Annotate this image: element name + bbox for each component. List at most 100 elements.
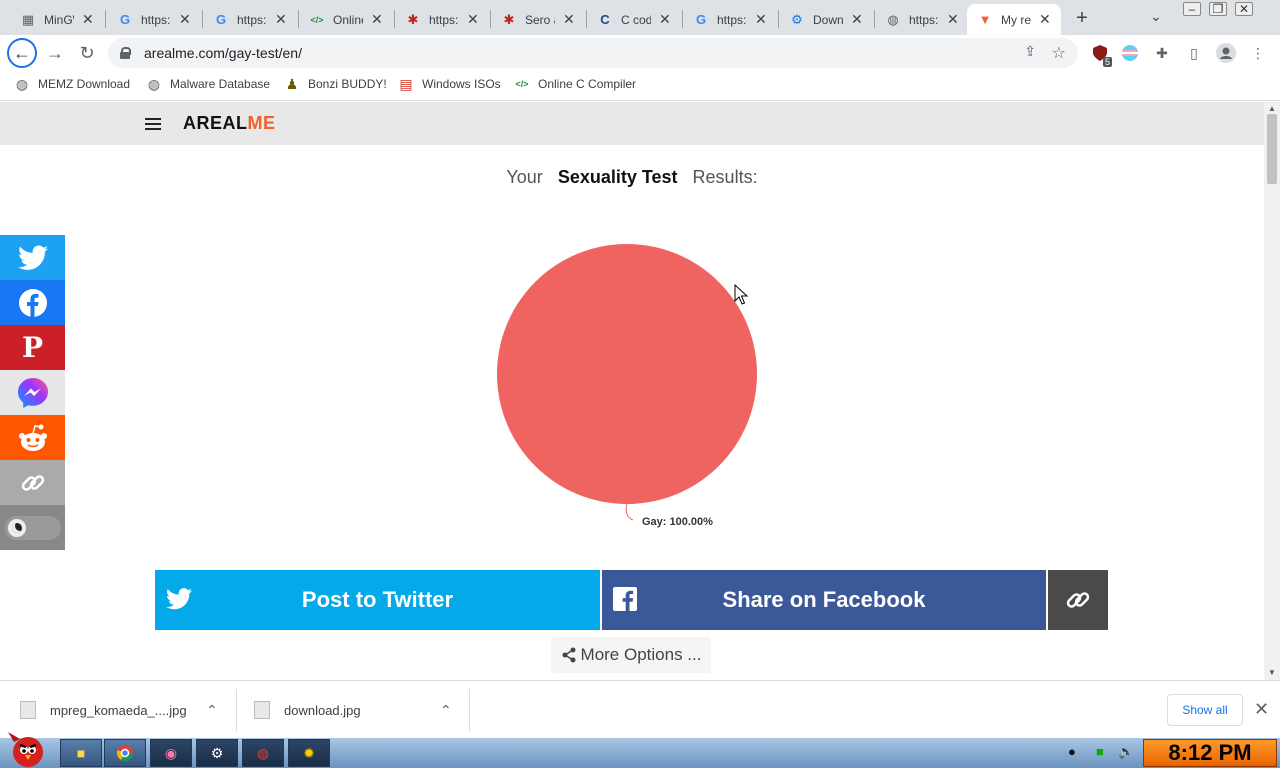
bookmark-item[interactable]: ◍ Malware Database: [146, 76, 270, 92]
tab[interactable]: Ghttps: ✕: [107, 4, 201, 35]
close-tab-icon[interactable]: ✕: [179, 11, 191, 28]
app-taskbar-button[interactable]: ◉: [150, 739, 192, 767]
scrollbar-thumb[interactable]: [1267, 114, 1277, 184]
reload-button[interactable]: ↻: [72, 38, 102, 68]
close-tab-icon[interactable]: ✕: [851, 11, 863, 28]
start-angry-bird-icon[interactable]: [4, 730, 50, 768]
extension-shield-icon[interactable]: 5: [1090, 43, 1112, 67]
new-tab-button[interactable]: +: [1070, 6, 1094, 30]
tab[interactable]: ✱ https: ✕: [395, 4, 489, 35]
share-icon[interactable]: ⇪: [1024, 43, 1036, 60]
reddit-share-button[interactable]: [0, 415, 65, 460]
close-tab-icon[interactable]: ✕: [755, 11, 767, 28]
bookmark-label: MEMZ Download: [38, 77, 131, 91]
extension-flag-icon[interactable]: [1120, 43, 1140, 63]
close-tab-icon[interactable]: ✕: [371, 11, 383, 28]
bookmark-item[interactable]: ♟ Bonzi BUDDY!: [284, 76, 387, 92]
hamburger-menu-icon[interactable]: [145, 118, 161, 130]
download-item[interactable]: download.jpg ⌃: [254, 681, 464, 739]
close-window-icon[interactable]: ✕: [1235, 2, 1253, 16]
copy-link-button[interactable]: [0, 460, 65, 505]
app-taskbar-button[interactable]: ⚙: [196, 739, 238, 767]
bookmark-item[interactable]: ◍ MEMZ Download: [14, 76, 130, 92]
page-scrollbar[interactable]: ▲ ▼: [1264, 102, 1280, 680]
close-tab-icon[interactable]: ✕: [947, 11, 959, 28]
network-icon[interactable]: ■: [1096, 744, 1104, 759]
tab-title: MinGW: [44, 12, 74, 27]
globe-icon: ◍: [15, 75, 29, 92]
extension-badge: 5: [1102, 57, 1112, 67]
facebook-icon: [18, 288, 47, 317]
forward-button[interactable]: →: [40, 38, 70, 68]
back-button[interactable]: ←: [7, 38, 37, 68]
chevron-up-icon[interactable]: ⌃: [440, 702, 452, 719]
tray-dot-icon[interactable]: ●: [1068, 744, 1076, 759]
restore-icon[interactable]: ❐: [1209, 2, 1227, 16]
test-name: Sexuality Test: [557, 167, 678, 187]
taskbar-clock[interactable]: 8:12 PM: [1143, 739, 1277, 767]
pie-slice[interactable]: [497, 244, 757, 504]
tab[interactable]: Ghttps: ✕: [203, 4, 297, 35]
page-content: AREALME Your Sexuality Test Results: P G…: [0, 102, 1264, 680]
close-tab-icon[interactable]: ✕: [82, 11, 94, 28]
dark-mode-toggle[interactable]: [0, 505, 65, 550]
tab[interactable]: ▦ MinGW ✕: [10, 4, 104, 35]
chevron-up-icon[interactable]: ⌃: [206, 702, 218, 719]
tab-title: Down: [813, 12, 843, 27]
results-prefix: Your: [506, 167, 543, 187]
facebook-share-button[interactable]: [0, 280, 65, 325]
close-tab-icon[interactable]: ✕: [563, 11, 575, 28]
address-bar[interactable]: arealme.com/gay-test/en/ ⇪ ☆: [108, 38, 1078, 68]
copy-result-link-button[interactable]: [1048, 570, 1108, 630]
extensions-puzzle-icon[interactable]: ✚: [1152, 43, 1172, 63]
bookmark-item[interactable]: ▤ Windows ISOs: [398, 76, 500, 92]
tab[interactable]: Ghttps: ✕: [683, 4, 777, 35]
tab-title: https:: [909, 12, 939, 27]
menu-kebab-icon[interactable]: ⋮: [1248, 43, 1268, 63]
twitter-share-button[interactable]: [0, 235, 65, 280]
tab[interactable]: </> Online ✕: [299, 4, 393, 35]
tab[interactable]: ⚙ Down ✕: [779, 4, 873, 35]
side-panel-icon[interactable]: ▯: [1184, 43, 1204, 63]
bookmark-item[interactable]: </> Online C Compiler: [514, 76, 636, 92]
tab-search-chevron-icon[interactable]: ⌄: [1150, 8, 1162, 25]
google-icon: G: [215, 12, 227, 27]
tab[interactable]: C C code ✕: [587, 4, 681, 35]
explorer-taskbar-button[interactable]: ■: [60, 739, 102, 767]
site-logo[interactable]: AREALME: [183, 113, 276, 134]
tab-strip: ▦ MinGW ✕ Ghttps: ✕ Ghttps: ✕ </> Online ✕ ✱ https:…: [0, 0, 1280, 35]
scroll-down-icon[interactable]: ▼: [1268, 668, 1276, 677]
close-downloads-icon[interactable]: ✕: [1254, 699, 1269, 720]
download-item[interactable]: mpreg_komaeda_....jpg ⌃: [20, 681, 230, 739]
post-to-twitter-button[interactable]: Post to Twitter: [155, 570, 600, 630]
profile-avatar-icon[interactable]: [1216, 43, 1236, 63]
close-tab-icon[interactable]: ✕: [1039, 11, 1051, 28]
app-taskbar-button[interactable]: ◍: [242, 739, 284, 767]
code-icon: </>: [515, 79, 529, 89]
pinterest-share-button[interactable]: P: [0, 325, 65, 370]
show-all-downloads-button[interactable]: Show all: [1167, 694, 1243, 726]
url-text[interactable]: arealme.com/gay-test/en/: [144, 45, 302, 61]
share-on-facebook-label: Share on Facebook: [722, 587, 926, 612]
share-on-facebook-button[interactable]: Share on Facebook: [602, 570, 1046, 630]
tab[interactable]: ▼ My re ✕: [967, 4, 1061, 35]
bookmark-star-icon[interactable]: ☆: [1052, 43, 1066, 63]
downloads-bar: mpreg_komaeda_....jpg ⌃ download.jpg ⌃ S…: [0, 680, 1280, 738]
google-icon: G: [119, 12, 131, 27]
bonzi-icon: ♟: [285, 75, 299, 92]
scroll-up-icon[interactable]: ▲: [1268, 104, 1276, 113]
messenger-icon: [17, 377, 48, 408]
tab[interactable]: ✱ Sero a ✕: [491, 4, 585, 35]
minimize-icon[interactable]: –: [1183, 2, 1201, 16]
more-options-button[interactable]: More Options ...: [551, 637, 711, 673]
link-icon: [21, 474, 44, 491]
volume-icon[interactable]: 🔈: [1118, 744, 1134, 760]
close-tab-icon[interactable]: ✕: [467, 11, 479, 28]
close-tab-icon[interactable]: ✕: [659, 11, 671, 28]
chrome-taskbar-button[interactable]: [104, 739, 146, 767]
tab[interactable]: ◍ https: ✕: [875, 4, 969, 35]
download-filename: download.jpg: [284, 702, 361, 718]
messenger-share-button[interactable]: [0, 370, 65, 415]
close-tab-icon[interactable]: ✕: [275, 11, 287, 28]
app-taskbar-button[interactable]: ✹: [288, 739, 330, 767]
